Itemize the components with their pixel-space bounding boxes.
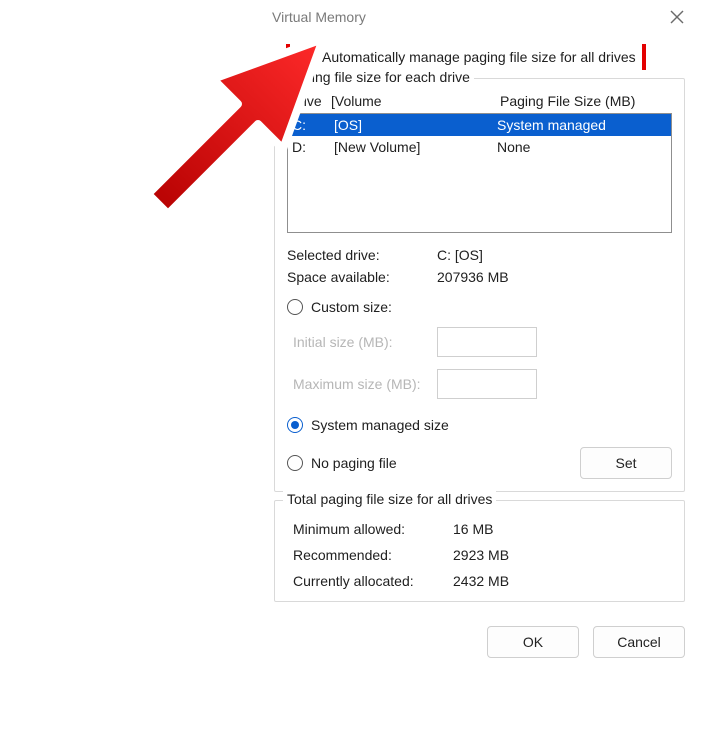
drive-list-header: Drive [Volume Paging File Size (MB) xyxy=(287,89,672,111)
per-drive-legend: Paging file size for each drive xyxy=(283,69,474,85)
cancel-button[interactable]: Cancel xyxy=(593,626,685,658)
space-available-label: Space available: xyxy=(287,269,437,285)
custom-size-radio[interactable] xyxy=(287,299,303,315)
drive-volume: [OS] xyxy=(334,117,497,133)
titlebar: Virtual Memory xyxy=(258,0,701,34)
set-button[interactable]: Set xyxy=(580,447,672,479)
currently-allocated-label: Currently allocated: xyxy=(293,573,453,589)
per-drive-group: Paging file size for each drive Drive [V… xyxy=(274,78,685,492)
auto-manage-row: Automatically manage paging file size fo… xyxy=(274,44,685,70)
ok-button[interactable]: OK xyxy=(487,626,579,658)
drive-letter: C: xyxy=(292,117,334,133)
dialog-title: Virtual Memory xyxy=(272,9,366,25)
space-available-value: 207936 MB xyxy=(437,269,509,285)
col-header-drive: Drive xyxy=(289,93,331,109)
initial-size-label: Initial size (MB): xyxy=(287,334,437,350)
selected-drive-value: C: [OS] xyxy=(437,247,483,263)
drive-paging-size: System managed xyxy=(497,117,667,133)
col-header-size: Paging File Size (MB) xyxy=(500,93,670,109)
drive-volume: [New Volume] xyxy=(334,139,497,155)
drive-row[interactable]: C:[OS]System managed xyxy=(288,114,671,136)
min-allowed-label: Minimum allowed: xyxy=(293,521,453,537)
min-allowed-value: 16 MB xyxy=(453,521,493,537)
totals-group: Total paging file size for all drives Mi… xyxy=(274,500,685,602)
recommended-label: Recommended: xyxy=(293,547,453,563)
bottom-button-row: OK Cancel xyxy=(258,616,701,658)
maximum-size-input[interactable] xyxy=(437,369,537,399)
col-header-volume: [Volume xyxy=(331,93,500,109)
virtual-memory-dialog: Virtual Memory Automatically manage pagi… xyxy=(258,0,701,658)
selected-drive-label: Selected drive: xyxy=(287,247,437,263)
auto-manage-highlight: Automatically manage paging file size fo… xyxy=(286,44,646,70)
drive-row[interactable]: D:[New Volume]None xyxy=(288,136,671,158)
auto-manage-checkbox[interactable] xyxy=(296,48,314,66)
drive-paging-size: None xyxy=(497,139,667,155)
close-button[interactable] xyxy=(653,0,701,34)
initial-size-input[interactable] xyxy=(437,327,537,357)
drive-list[interactable]: C:[OS]System managedD:[New Volume]None xyxy=(287,113,672,233)
drive-letter: D: xyxy=(292,139,334,155)
no-paging-radio[interactable] xyxy=(287,455,303,471)
system-managed-label[interactable]: System managed size xyxy=(311,417,449,433)
custom-size-label[interactable]: Custom size: xyxy=(311,299,392,315)
system-managed-radio[interactable] xyxy=(287,417,303,433)
auto-manage-label[interactable]: Automatically manage paging file size fo… xyxy=(322,49,636,65)
maximum-size-label: Maximum size (MB): xyxy=(287,376,437,392)
totals-legend: Total paging file size for all drives xyxy=(283,491,496,507)
recommended-value: 2923 MB xyxy=(453,547,509,563)
currently-allocated-value: 2432 MB xyxy=(453,573,509,589)
no-paging-label[interactable]: No paging file xyxy=(311,455,397,471)
